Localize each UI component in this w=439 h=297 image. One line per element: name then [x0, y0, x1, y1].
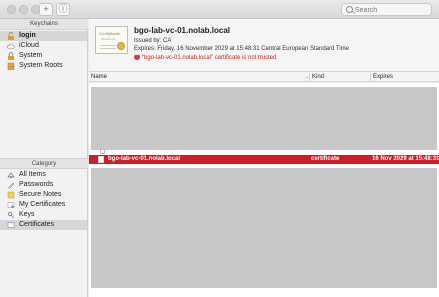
- my-cert-icon: [7, 202, 15, 208]
- row-kind: certificate: [311, 156, 340, 162]
- sidebar-item-keys[interactable]: Keys: [0, 210, 87, 220]
- issued-by: Issued by: CA: [134, 38, 172, 44]
- close-window-button[interactable]: [7, 5, 16, 14]
- certificate-icon: [7, 222, 15, 228]
- table-header: Name ⌄ Kind Expires: [89, 71, 439, 82]
- disclosure-icon[interactable]: [100, 149, 105, 154]
- column-divider[interactable]: [370, 73, 371, 81]
- pen-icon: [8, 182, 15, 189]
- search-field[interactable]: [341, 3, 432, 16]
- column-expires[interactable]: Expires: [373, 72, 393, 82]
- certificate-thumbnail: Certificate Standard: [95, 26, 128, 54]
- lock-open-icon: [8, 32, 14, 40]
- sidebar-item-login[interactable]: login: [0, 31, 87, 41]
- cabinet-icon: [7, 62, 15, 70]
- minimize-window-button[interactable]: [19, 5, 28, 14]
- certificate-title: bgo-lab-vc-01.nolab.local: [134, 26, 231, 35]
- search-icon: [346, 6, 353, 13]
- search-input[interactable]: [355, 5, 427, 15]
- trust-warning-text: “bgo-lab-vc-01.nolab.local” certificate …: [142, 55, 277, 61]
- cloud-icon: [7, 43, 15, 49]
- certificate-row-icon: [98, 156, 104, 163]
- keychains-header: Keychains: [0, 19, 88, 30]
- sidebar: Keychains login iCloud System System Roo…: [0, 19, 88, 297]
- sidebar-item-label: login: [19, 32, 36, 39]
- sidebar-item-label: Certificates: [19, 221, 55, 228]
- sidebar-item-label: Secure Notes: [19, 191, 62, 198]
- plus-icon: +: [43, 4, 49, 14]
- note-icon: [7, 191, 15, 199]
- sidebar-item-icloud[interactable]: iCloud: [0, 41, 87, 51]
- error-icon: [134, 52, 140, 60]
- add-item-button[interactable]: +: [39, 3, 53, 16]
- certificate-thumbnail-title: Certificate: [99, 31, 121, 36]
- list-placeholder-bottom: [91, 168, 437, 288]
- sidebar-item-all-items[interactable]: All Items: [0, 170, 87, 180]
- thumbnail-lines: [100, 48, 116, 49]
- sidebar-item-label: All Items: [19, 171, 46, 178]
- sidebar-item-my-certificates[interactable]: My Certificates: [0, 200, 87, 210]
- sidebar-item-label: Keys: [19, 211, 35, 218]
- certificate-list: bgo-lab-vc-01.nolab.local certificate 16…: [89, 83, 439, 297]
- sidebar-item-certificates[interactable]: Certificates: [0, 220, 87, 230]
- sidebar-item-label: System: [19, 52, 43, 59]
- key-icon: [8, 212, 15, 219]
- sidebar-item-label: System Roots: [19, 62, 63, 69]
- sidebar-item-system-roots[interactable]: System Roots: [0, 61, 87, 71]
- category-header: Category: [0, 158, 88, 169]
- column-divider[interactable]: [309, 73, 310, 81]
- certificate-thumbnail-subtitle: Standard: [101, 37, 116, 41]
- table-row[interactable]: bgo-lab-vc-01.nolab.local certificate 16…: [89, 149, 439, 164]
- sidebar-item-label: My Certificates: [19, 201, 66, 208]
- info-icon: ⓘ: [58, 4, 68, 14]
- row-name: bgo-lab-vc-01.nolab.local: [108, 156, 181, 162]
- column-name[interactable]: Name: [91, 72, 107, 82]
- sidebar-item-secure-notes[interactable]: Secure Notes: [0, 190, 87, 200]
- sidebar-item-label: Passwords: [19, 181, 54, 188]
- sidebar-item-system[interactable]: System: [0, 51, 87, 61]
- sidebar-item-passwords[interactable]: Passwords: [0, 180, 87, 190]
- certificate-summary: Certificate Standard bgo-lab-vc-01.nolab…: [89, 19, 439, 71]
- row-expires: 16 Nov 2029 at 15:48:31: [372, 156, 439, 162]
- column-kind[interactable]: Kind: [312, 72, 324, 82]
- sidebar-item-label: iCloud: [19, 42, 39, 49]
- expires-line: Expires: Friday, 16 November 2029 at 15:…: [134, 46, 350, 52]
- lock-icon: [8, 52, 14, 60]
- title-bar: + ⓘ: [0, 0, 439, 19]
- list-placeholder-top: [91, 87, 437, 150]
- info-button[interactable]: ⓘ: [56, 3, 70, 16]
- seal-icon: [117, 42, 125, 50]
- all-items-icon: [7, 172, 15, 178]
- trust-warning: “bgo-lab-vc-01.nolab.local” certificate …: [134, 52, 277, 61]
